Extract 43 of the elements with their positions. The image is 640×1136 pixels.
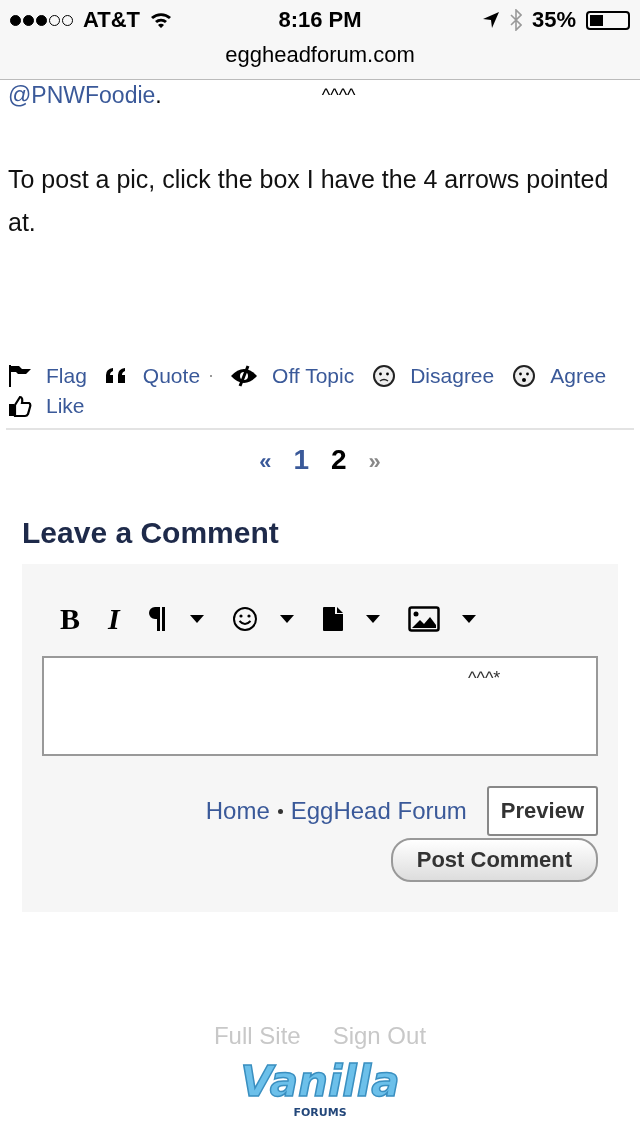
image-icon[interactable]: [407, 606, 440, 632]
post-text: To post a pic, click the box I have the 4 arrows pointed at.: [8, 164, 610, 238]
smiley-face-icon[interactable]: [231, 606, 258, 632]
frown-face-icon: [372, 364, 397, 388]
reaction-link[interactable]: Like: [46, 394, 85, 418]
reaction-link[interactable]: Disagree: [410, 364, 495, 388]
bluetooth-icon: [509, 9, 522, 31]
thumbs-up-icon: [8, 394, 32, 418]
breadcrumb-link[interactable]: Home: [205, 797, 270, 825]
page-link[interactable]: 2: [331, 444, 347, 476]
page-link[interactable]: 1: [293, 444, 309, 476]
status-time: 8:16 PM: [278, 7, 362, 33]
reaction-link[interactable]: Quote: [142, 364, 201, 388]
post-comment-button[interactable]: Post Comment: [390, 838, 598, 882]
address-text[interactable]: eggheadforum.com: [0, 40, 640, 70]
caret-marks: ^^^^: [321, 84, 356, 106]
italic-button[interactable]: I: [108, 602, 120, 636]
dropdown-caret-icon[interactable]: [279, 615, 294, 623]
breadcrumb-link[interactable]: EggHead Forum: [290, 797, 467, 825]
dropdown-caret-icon[interactable]: [189, 615, 204, 623]
flag-icon: [8, 365, 32, 387]
dropdown-caret-icon[interactable]: [365, 615, 380, 623]
wifi-icon: [150, 11, 173, 29]
mention-text: @PNWFoodie.: [8, 81, 162, 109]
comment-input-field[interactable]: ^^^*: [42, 656, 598, 756]
reaction-link[interactable]: Agree: [550, 364, 607, 388]
document-icon[interactable]: [321, 606, 344, 632]
mention-link[interactable]: @PNWFoodie: [8, 81, 156, 108]
carrier-name: AT&T: [83, 7, 141, 33]
preview-button[interactable]: Preview: [486, 786, 598, 836]
dropdown-caret-icon[interactable]: [461, 615, 476, 623]
section-heading: Leave a Comment: [22, 516, 280, 550]
hidden-eye-icon: [230, 365, 259, 387]
battery-icon: [586, 10, 630, 30]
reaction-link[interactable]: Flag: [46, 364, 87, 388]
bold-button[interactable]: B: [60, 602, 80, 636]
smiley-face-icon: [512, 364, 537, 388]
paragraph-icon[interactable]: [147, 606, 168, 632]
reaction-link[interactable]: Off Topic: [272, 364, 355, 388]
forum-logo[interactable]: Vanilla FORUMS: [234, 1058, 406, 1119]
previous-page-link[interactable]: «: [259, 449, 272, 475]
location-arrow-icon: [481, 11, 500, 29]
battery-percent: 35%: [531, 7, 576, 33]
